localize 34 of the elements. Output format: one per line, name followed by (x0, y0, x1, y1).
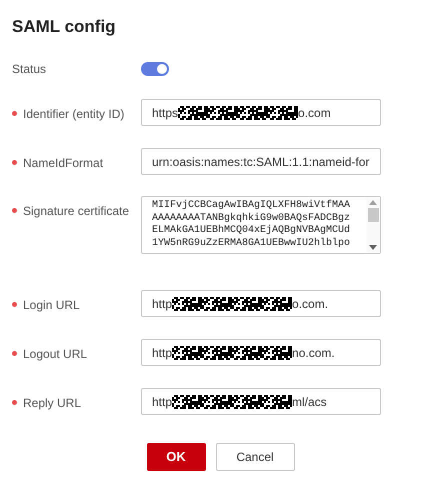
certificate-line: 1YW5nRG9uZzERMA8GA1UEBwwIU2hlblpo (152, 238, 352, 250)
field-label: Login URL (23, 297, 80, 314)
field-value: no.com. (292, 344, 335, 362)
field-label: Identifier (entity ID) (23, 106, 124, 123)
field-value: ml/acs (292, 394, 327, 410)
field-label: Logout URL (23, 346, 88, 363)
status-toggle[interactable] (141, 62, 169, 76)
certificate-line: ELMAkGA1UEBhMCQ04xEjAQBgNVBAgMCUd (152, 225, 352, 238)
certificate-line: AAAAAAAATANBgkqhkiG9w0BAQsFADCBgz (152, 212, 352, 224)
field-value: https (152, 104, 178, 122)
field-label: NameIdFormat (23, 155, 104, 172)
field-value: http (152, 296, 172, 312)
input-field[interactable]: http no.com. (141, 339, 381, 366)
scroll-down-icon[interactable] (369, 245, 377, 250)
certificate-textarea[interactable]: MIIFvjCCBCagAwIBAgIQLXFH8wiVtfMAA AAAAAAAATANBgkqhkiG9w0BAQsFADCBgz ELMAkGA1UEBhMCQ04xEjAQBgNVBAgMCUd 1YW5nRG9uZzERMA8GA1UEBwwIU2hlblpo (141, 196, 381, 254)
field-label: Reply URL (23, 395, 82, 412)
field-label: Signature certificate (23, 203, 130, 220)
input-field[interactable]: https o.com (141, 99, 381, 126)
field-value: o.com (298, 104, 331, 122)
field-value: http (152, 344, 172, 362)
scroll-up-icon[interactable] (369, 200, 377, 205)
scrollbar-thumb[interactable] (368, 208, 378, 222)
field-value: o.com. (292, 296, 328, 312)
field-value: http (152, 394, 172, 410)
field-value: urn:oasis:names:tc:SAML:1.1:nameid-for (152, 154, 370, 170)
cancel-button[interactable]: Cancel (216, 443, 294, 471)
certificate-line: MIIFvjCCBCagAwIBAgIQLXFH8wiVtfMAA (152, 200, 352, 212)
dialog-title: SAML config (11, 16, 117, 38)
status-label: Status (11, 61, 48, 78)
input-field[interactable]: http ml/acs (141, 388, 381, 415)
ok-button[interactable]: OK (146, 443, 206, 471)
scrollbar[interactable] (366, 197, 380, 253)
input-field[interactable]: http o.com. (141, 290, 381, 317)
input-field[interactable]: urn:oasis:names:tc:SAML:1.1:nameid-for (141, 148, 381, 175)
